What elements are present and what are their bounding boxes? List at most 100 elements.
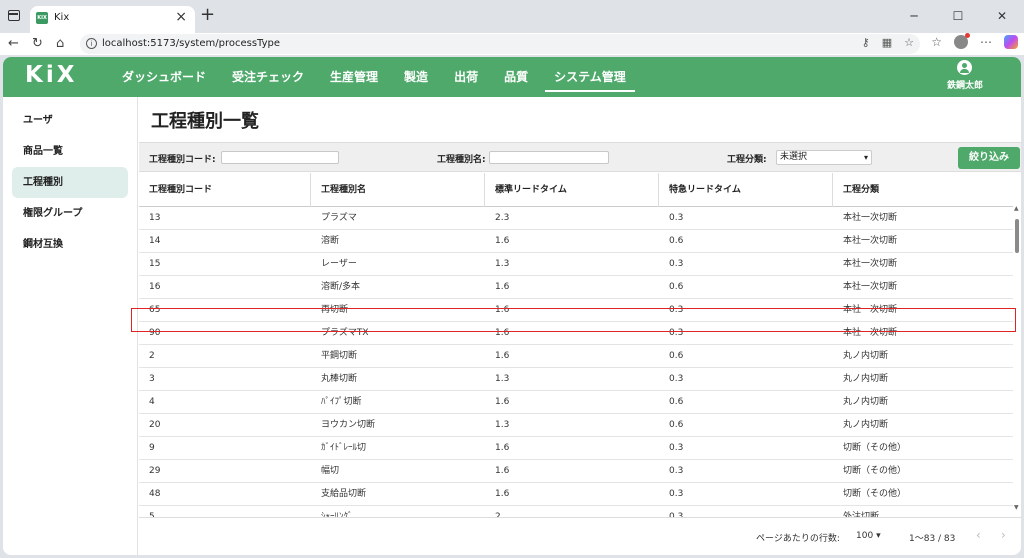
- table-row[interactable]: 9 ｶﾞｲﾄﾞﾚｰﾙ切 1.6 0.3 切断（その他）: [139, 437, 1013, 460]
- user-menu[interactable]: 鉄鋼太郎: [947, 60, 983, 91]
- cell-name: 丸棒切断: [321, 374, 358, 384]
- window-menu-icon[interactable]: [8, 10, 20, 21]
- rows-per-page-label: ページあたりの行数:: [756, 534, 840, 544]
- sidebar-item-process-types[interactable]: 工程種別: [12, 167, 128, 198]
- chevron-down-icon: ▾: [876, 531, 881, 541]
- cell-name: 平鋼切断: [321, 351, 358, 361]
- kix-logo[interactable]: KiX: [25, 62, 77, 88]
- cell-standard-lead-time: 1.3: [495, 420, 510, 430]
- minimize-button[interactable]: ─: [892, 0, 936, 33]
- code-filter-input[interactable]: [221, 151, 339, 164]
- table-row[interactable]: 48 支給品切断 1.6 0.3 切断（その他）: [139, 483, 1013, 506]
- cell-category: 丸ノ内切断: [843, 420, 889, 430]
- scroll-thumb[interactable]: [1015, 219, 1019, 253]
- column-header-standard-lead-time[interactable]: 標準リードタイム: [485, 173, 659, 207]
- cell-name: プラズマTX: [321, 328, 369, 338]
- cell-category: 切断（その他）: [843, 443, 907, 453]
- cell-name: プラズマ: [321, 213, 357, 223]
- maximize-button[interactable]: ☐: [936, 0, 980, 33]
- table-row[interactable]: 14 溶断 1.6 0.6 本社一次切断: [139, 230, 1013, 253]
- favorites-list-icon[interactable]: ☆: [931, 35, 942, 49]
- cell-standard-lead-time: 1.6: [495, 351, 510, 361]
- close-window-button[interactable]: ✕: [980, 0, 1024, 33]
- app-window: KiX ダッシュボード 受注チェック 生産管理 製造 出荷 品質 システム管理 …: [3, 57, 1021, 555]
- cell-express-lead-time: 0.6: [669, 236, 684, 246]
- cell-code: 5: [149, 512, 155, 517]
- scroll-down-icon[interactable]: ▼: [1014, 504, 1019, 511]
- scroll-up-icon[interactable]: ▲: [1014, 205, 1019, 212]
- cell-standard-lead-time: 1.6: [495, 236, 510, 246]
- cell-category: 本社一次切断: [843, 259, 898, 269]
- table-row[interactable]: 90 プラズマTX 1.6 0.3 本社一次切断: [139, 322, 1013, 345]
- more-menu-icon[interactable]: ⋯: [980, 35, 992, 49]
- cell-name: 再切断: [321, 305, 349, 315]
- column-header-name[interactable]: 工程種別名: [311, 173, 485, 207]
- cell-express-lead-time: 0.3: [669, 213, 684, 223]
- table-row[interactable]: 29 幅切 1.6 0.3 切断（その他）: [139, 460, 1013, 483]
- back-arrow-icon[interactable]: ←: [8, 35, 19, 53]
- browser-tab[interactable]: KIX Kix ×: [30, 6, 195, 33]
- nav-quality[interactable]: 品質: [495, 57, 537, 97]
- nav-manufacturing[interactable]: 製造: [395, 57, 437, 97]
- next-page-icon[interactable]: ›: [1001, 528, 1006, 542]
- cell-name: 支給品切断: [321, 489, 367, 499]
- url-action-icons: ⚷ ▦ ☆: [862, 36, 914, 49]
- cell-standard-lead-time: 2: [495, 512, 501, 517]
- column-header-code[interactable]: 工程種別コード: [139, 173, 311, 207]
- cell-category: 本社一次切断: [843, 328, 898, 338]
- url-text[interactable]: localhost:5173/system/processType: [102, 38, 280, 49]
- cell-express-lead-time: 0.3: [669, 305, 684, 315]
- reader-view-icon[interactable]: ▦: [882, 36, 892, 49]
- new-tab-button[interactable]: +: [200, 6, 215, 24]
- cell-express-lead-time: 0.3: [669, 374, 684, 384]
- table-row[interactable]: 2 平鋼切断 1.6 0.6 丸ノ内切断: [139, 345, 1013, 368]
- site-info-icon[interactable]: i: [86, 38, 97, 49]
- table-row[interactable]: 5 ｼｬｰﾘﾝｸﾞ 2 0.3 外注切断: [139, 506, 1013, 517]
- column-header-category[interactable]: 工程分類: [833, 173, 1013, 207]
- cell-standard-lead-time: 1.6: [495, 328, 510, 338]
- cell-express-lead-time: 0.3: [669, 512, 684, 517]
- table-scrollbar[interactable]: ▲ ▼: [1013, 203, 1021, 513]
- nav-production-management[interactable]: 生産管理: [321, 57, 387, 97]
- sidebar-item-users[interactable]: ユーザ: [12, 105, 128, 136]
- filter-button[interactable]: 絞り込み: [958, 147, 1020, 169]
- favorite-star-icon[interactable]: ☆: [904, 36, 914, 49]
- url-field[interactable]: i localhost:5173/system/processType ⚷ ▦ …: [80, 34, 920, 54]
- table-row[interactable]: 15 レーザー 1.3 0.3 本社一次切断: [139, 253, 1013, 276]
- window-controls: ─ ☐ ✕: [892, 0, 1024, 33]
- previous-page-icon[interactable]: ‹: [976, 528, 981, 542]
- rows-per-page-select[interactable]: 100 ▾: [856, 531, 881, 541]
- cell-category: 丸ノ内切断: [843, 397, 889, 407]
- cell-category: 切断（その他）: [843, 489, 907, 499]
- close-tab-icon[interactable]: ×: [175, 10, 187, 24]
- cell-express-lead-time: 0.6: [669, 351, 684, 361]
- key-icon[interactable]: ⚷: [862, 36, 870, 49]
- sidebar-item-permission-groups[interactable]: 権限グループ: [12, 198, 128, 229]
- nav-system-management[interactable]: システム管理: [545, 57, 635, 97]
- table-row[interactable]: 13 プラズマ 2.3 0.3 本社一次切断: [139, 207, 1013, 230]
- cell-code: 16: [149, 282, 161, 292]
- cell-code: 15: [149, 259, 161, 269]
- cell-express-lead-time: 0.3: [669, 443, 684, 453]
- nav-dashboard[interactable]: ダッシュボード: [113, 57, 215, 97]
- table-row[interactable]: 20 ヨウカン切断 1.3 0.6 丸ノ内切断: [139, 414, 1013, 437]
- reload-icon[interactable]: ↻: [32, 35, 43, 53]
- kix-favicon-icon: KIX: [36, 12, 48, 24]
- profile-avatar-icon[interactable]: [954, 33, 970, 49]
- home-icon[interactable]: ⌂: [56, 35, 64, 53]
- name-filter-input[interactable]: [489, 151, 609, 164]
- table-row[interactable]: 3 丸棒切断 1.3 0.3 丸ノ内切断: [139, 368, 1013, 391]
- copilot-icon[interactable]: [1004, 35, 1018, 49]
- column-header-express-lead-time[interactable]: 特急リードタイム: [659, 173, 833, 207]
- cell-category: 丸ノ内切断: [843, 351, 889, 361]
- sidebar-item-steel-compat[interactable]: 鋼材互換: [12, 229, 128, 260]
- pagination-bar: ページあたりの行数: 100 ▾ 1〜83 / 83 ‹ ›: [139, 517, 1021, 555]
- table-row[interactable]: 65 再切断 1.6 0.3 本社一次切断: [139, 299, 1013, 322]
- table-row[interactable]: 16 溶断/多本 1.6 0.6 本社一次切断: [139, 276, 1013, 299]
- category-select[interactable]: 未選択 ▾: [776, 150, 872, 165]
- cell-express-lead-time: 0.3: [669, 466, 684, 476]
- sidebar-item-products[interactable]: 商品一覧: [12, 136, 128, 167]
- nav-shipping[interactable]: 出荷: [445, 57, 487, 97]
- nav-order-check[interactable]: 受注チェック: [223, 57, 313, 97]
- table-row[interactable]: 4 ﾊﾟｲﾌﾟ切断 1.6 0.6 丸ノ内切断: [139, 391, 1013, 414]
